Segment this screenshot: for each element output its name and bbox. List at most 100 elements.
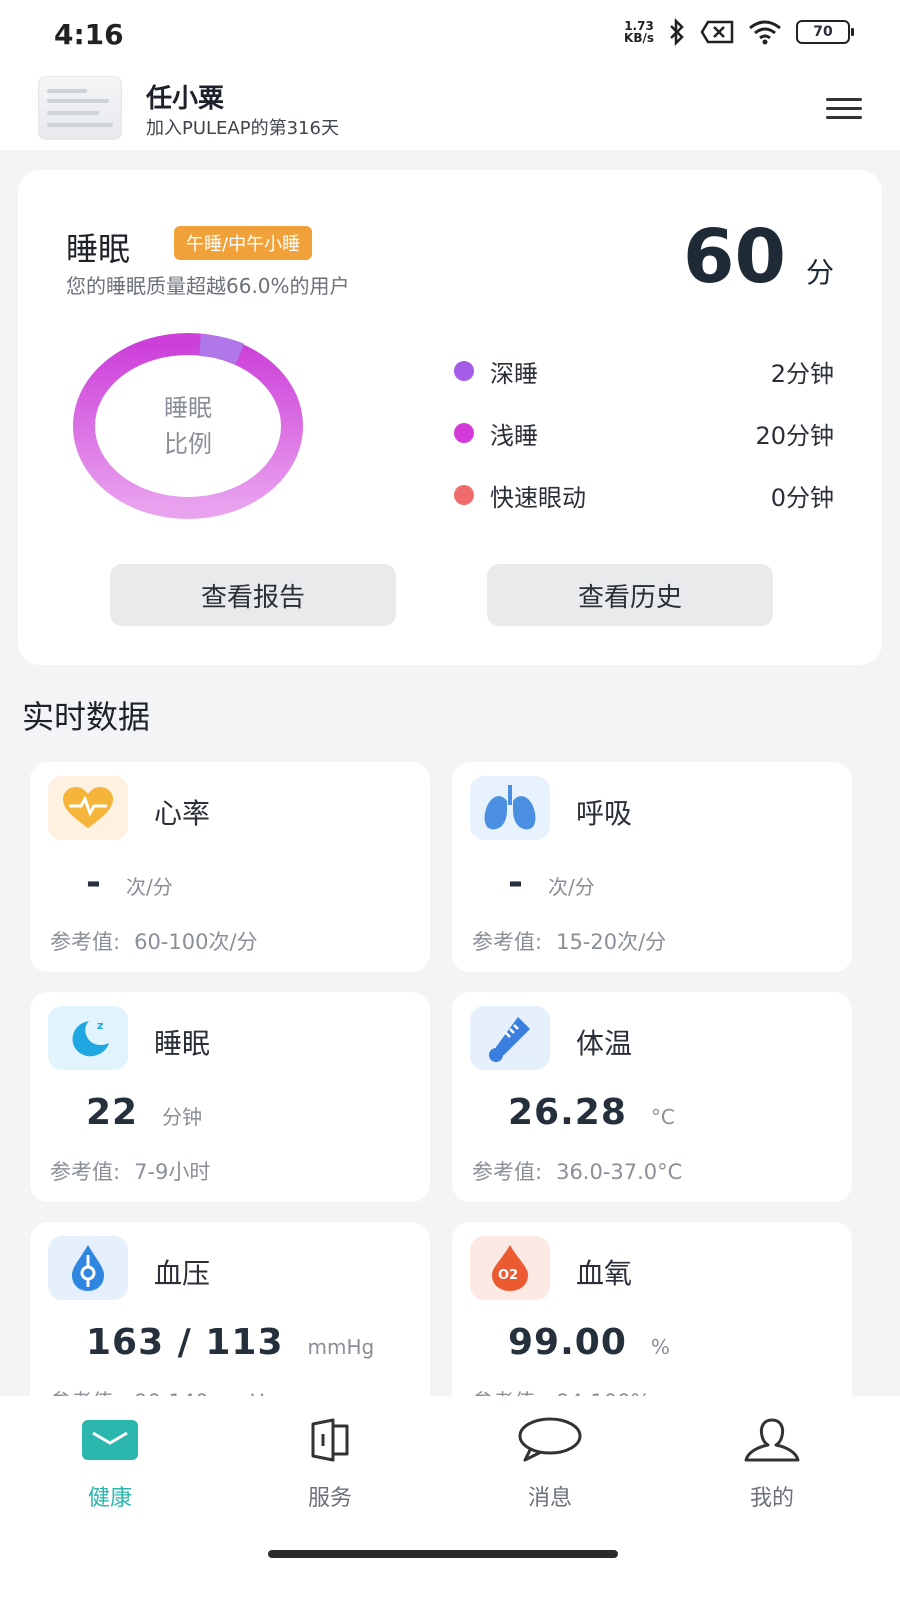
sleep-type-badge: 午睡/中午小睡	[174, 226, 313, 260]
metric-unit: 分钟	[162, 1105, 203, 1129]
avatar[interactable]	[38, 76, 122, 140]
metric-reference: 参考值: 36.0-37.0°C	[472, 1156, 682, 1186]
reference-value: 36.0-37.0°C	[556, 1160, 683, 1184]
legend-value: 0分钟	[770, 483, 834, 512]
sleep-summary-card: 睡眠 午睡/中午小睡 您的睡眠质量超越66.0%的用户 60 分 睡眠 比例 深…	[18, 170, 882, 665]
moon-icon: z	[48, 1006, 128, 1070]
metric-card-temperature[interactable]: 体温 26.28 °C 参考值: 36.0-37.0°C	[452, 992, 852, 1202]
status-icons: 1.73 KB/s 70	[624, 18, 854, 46]
metric-value: 22	[86, 1092, 139, 1133]
legend-label: 深睡	[490, 359, 538, 388]
chat-bubble-icon	[490, 1414, 610, 1466]
tab-label: 我的	[749, 1486, 794, 1511]
reference-value: 15-20次/分	[556, 930, 667, 954]
reference-value: 7-9小时	[134, 1160, 211, 1184]
sleep-quality-description: 您的睡眠质量超越66.0%的用户	[66, 274, 350, 298]
legend-dot	[454, 423, 474, 443]
status-bar: 4:16 1.73 KB/s 70	[0, 0, 900, 70]
bluetooth-icon	[670, 18, 684, 46]
menu-icon[interactable]	[826, 98, 862, 122]
tab-label: 健康	[87, 1486, 132, 1511]
legend-value: 20分钟	[755, 421, 834, 450]
user-join-days: 加入PULEAP的第316天	[146, 118, 339, 139]
tab-service[interactable]: 服务	[270, 1414, 390, 1512]
sleep-score-value: 60	[683, 214, 786, 300]
svg-text:O2: O2	[498, 1268, 518, 1283]
home-indicator[interactable]	[268, 1550, 618, 1558]
metric-value-row: - 次/分	[86, 862, 173, 903]
donut-label-line2: 比例	[164, 430, 212, 458]
blood-oxygen-icon: O2	[470, 1236, 550, 1300]
sleep-score-unit: 分	[805, 256, 834, 289]
net-speed: 1.73 KB/s	[624, 20, 654, 44]
donut-center-label: 睡眠 比例	[72, 390, 304, 462]
metric-value-row: 22 分钟	[86, 1092, 202, 1133]
view-report-button[interactable]: 查看报告	[110, 564, 396, 626]
metric-name: 呼吸	[576, 797, 633, 830]
metric-name: 血压	[154, 1257, 211, 1290]
net-speed-unit: KB/s	[624, 31, 654, 45]
tab-health[interactable]: 健康	[50, 1414, 170, 1512]
legend-value: 2分钟	[770, 359, 834, 388]
legend-item-deep-sleep: 深睡 2分钟	[454, 340, 834, 402]
metric-value-row: 26.28 °C	[508, 1092, 675, 1133]
metric-name: 睡眠	[154, 1027, 211, 1060]
blood-pressure-icon	[48, 1236, 128, 1300]
device-icon	[270, 1414, 390, 1466]
bottom-nav: 健康 服务 消息 我的	[0, 1396, 900, 1600]
metric-unit: mmHg	[307, 1335, 375, 1359]
svg-text:z: z	[97, 1019, 103, 1032]
metric-value-row: - 次/分	[508, 862, 595, 903]
tab-messages[interactable]: 消息	[490, 1414, 610, 1512]
metric-value: 163 / 113	[86, 1322, 284, 1363]
metric-reference: 参考值: 15-20次/分	[472, 926, 666, 956]
status-time: 4:16	[54, 18, 124, 51]
metric-name: 体温	[576, 1027, 633, 1060]
legend-dot	[454, 485, 474, 505]
metric-unit: 次/分	[125, 875, 173, 899]
metric-name: 心率	[154, 797, 211, 830]
donut-label-line1: 睡眠	[164, 394, 212, 422]
metric-card-heart-rate[interactable]: 心率 - 次/分 参考值: 60-100次/分	[30, 762, 430, 972]
reference-label: 参考值:	[472, 1160, 543, 1184]
heart-rate-icon	[48, 776, 128, 840]
metric-reference: 参考值: 7-9小时	[50, 1156, 210, 1186]
metric-value-row: 99.00 %	[508, 1322, 670, 1363]
wifi-icon	[749, 20, 781, 45]
metric-value: 26.28	[508, 1092, 627, 1133]
sleep-ratio-donut: 睡眠 比例	[72, 330, 312, 530]
reference-label: 参考值:	[50, 930, 121, 954]
sim-off-icon	[700, 20, 734, 44]
legend-label: 快速眼动	[490, 483, 586, 512]
metric-name: 血氧	[576, 1257, 633, 1290]
deep-sleep-segment	[199, 334, 245, 365]
legend-dot	[454, 361, 474, 381]
user-icon	[712, 1414, 832, 1466]
reference-label: 参考值:	[50, 1160, 121, 1184]
metric-unit: °C	[650, 1105, 675, 1129]
legend-label: 浅睡	[490, 421, 538, 450]
profile-header: 任小粟 加入PULEAP的第316天	[0, 70, 900, 150]
tab-label: 消息	[527, 1486, 572, 1511]
legend-item-light-sleep: 浅睡 20分钟	[454, 402, 834, 464]
metric-card-respiration[interactable]: 呼吸 - 次/分 参考值: 15-20次/分	[452, 762, 852, 972]
user-name: 任小粟	[146, 84, 225, 114]
metric-value: 99.00	[508, 1322, 627, 1363]
view-history-button[interactable]: 查看历史	[487, 564, 773, 626]
thermometer-icon	[470, 1006, 550, 1070]
legend-item-rem: 快速眼动 0分钟	[454, 464, 834, 526]
metric-value-row: 163 / 113 mmHg	[86, 1322, 374, 1363]
lungs-icon	[470, 776, 550, 840]
metric-unit: 次/分	[547, 875, 595, 899]
health-icon	[50, 1414, 170, 1466]
sleep-score: 60 分	[683, 214, 834, 300]
reference-value: 60-100次/分	[134, 930, 258, 954]
tab-me[interactable]: 我的	[712, 1414, 832, 1512]
metric-value: -	[508, 862, 524, 903]
battery-indicator: 70	[796, 20, 854, 44]
sleep-legend: 深睡 2分钟 浅睡 20分钟 快速眼动 0分钟	[454, 340, 834, 526]
realtime-section-title: 实时数据	[22, 698, 151, 736]
sleep-card-title: 睡眠	[66, 230, 131, 268]
metric-card-sleep[interactable]: z 睡眠 22 分钟 参考值: 7-9小时	[30, 992, 430, 1202]
metric-reference: 参考值: 60-100次/分	[50, 926, 258, 956]
